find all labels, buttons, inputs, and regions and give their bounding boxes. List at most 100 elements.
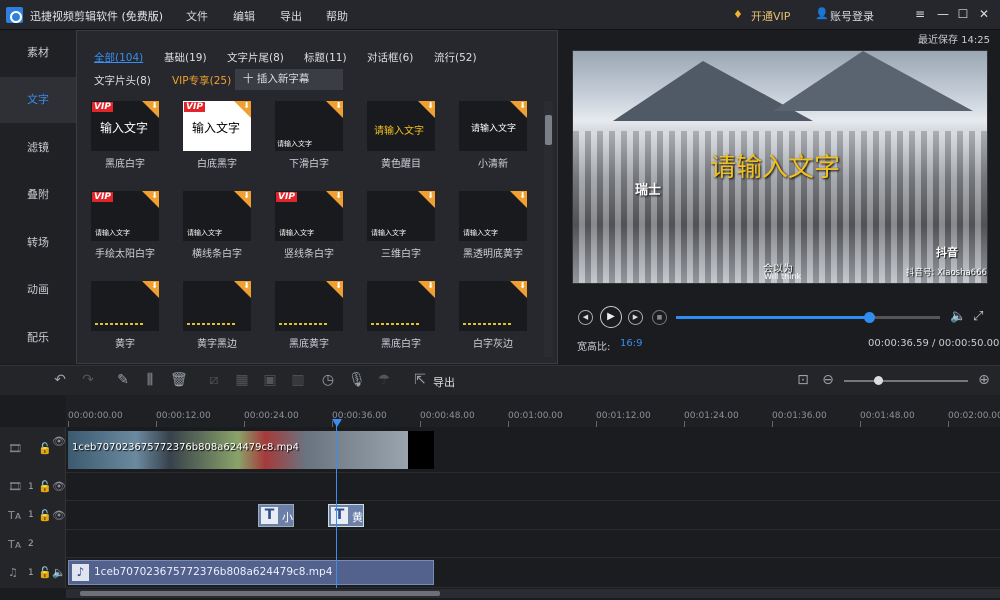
download-icon[interactable]: ⬇ xyxy=(427,101,434,110)
template-thumbnail[interactable]: ⬇ VIP 输入文字 xyxy=(91,101,159,151)
sidebar-item-material[interactable]: 素材 xyxy=(0,30,76,76)
menu-export[interactable]: 导出 xyxy=(280,8,302,24)
volume-icon[interactable]: 🔈 xyxy=(950,309,966,324)
edit-icon[interactable]: ✎ xyxy=(115,372,131,388)
zoom-in-icon[interactable]: ⊕ xyxy=(976,372,992,388)
video-clip-end[interactable] xyxy=(408,431,434,469)
timeline-scrollbar[interactable] xyxy=(66,589,1000,598)
sidebar-item-transition[interactable]: 转场 xyxy=(0,220,76,266)
video-clip[interactable]: 1ceb707023675772376b808a624479c8.mp4 xyxy=(68,431,408,469)
eye-icon[interactable]: 👁 xyxy=(52,509,66,522)
delete-icon[interactable]: 🗑 xyxy=(170,372,188,388)
undo-icon[interactable]: ↶ xyxy=(52,372,68,388)
category-ending[interactable]: 文字片尾(8) xyxy=(227,50,284,65)
maximize-icon[interactable]: ☐ xyxy=(956,7,970,21)
download-icon[interactable]: ⬇ xyxy=(335,101,342,110)
lock-icon[interactable]: 🔓 xyxy=(38,442,52,455)
lock-icon[interactable]: 🔓 xyxy=(38,480,52,493)
export-icon[interactable]: ⇱ xyxy=(412,372,428,388)
sidebar-item-filter[interactable]: 滤镜 xyxy=(0,125,76,171)
template-thumbnail[interactable]: ⬇ VIP 请输入文字 xyxy=(91,191,159,241)
lock-icon[interactable]: 🔓 xyxy=(38,566,52,579)
mic-icon[interactable]: 🎙 xyxy=(348,372,366,388)
close-icon[interactable]: ✕ xyxy=(977,7,991,21)
template-thumbnail[interactable]: ⬇ xyxy=(459,281,527,331)
eye-icon[interactable]: 👁 xyxy=(52,435,66,448)
download-icon[interactable]: ⬇ xyxy=(335,281,342,290)
template-thumbnail[interactable]: ⬇ 请输入文字 xyxy=(275,101,343,151)
sidebar-item-text[interactable]: 文字 xyxy=(0,77,76,123)
sidebar-item-overlay[interactable]: 叠附 xyxy=(0,172,76,218)
zoom-out-icon[interactable]: ⊖ xyxy=(820,372,836,388)
clock-icon[interactable]: ◷ xyxy=(320,372,336,388)
template-thumbnail[interactable]: ⬇ 请输入文字 xyxy=(459,191,527,241)
menu-edit[interactable]: 编辑 xyxy=(233,8,255,24)
zoom-slider[interactable] xyxy=(844,376,968,385)
fullscreen-icon[interactable]: ⤢ xyxy=(973,309,983,324)
category-dialog[interactable]: 对话框(6) xyxy=(367,50,413,65)
video-preview[interactable]: 请输入文字 瑞士 会以为 Will think 抖音 抖音号: Xiaosha6… xyxy=(572,50,988,284)
download-icon[interactable]: ⬇ xyxy=(427,191,434,200)
settings-menu-icon[interactable]: ≡ xyxy=(913,7,927,21)
template-thumbnail[interactable]: ⬇ 请输入文字 xyxy=(367,191,435,241)
category-title[interactable]: 标题(11) xyxy=(304,50,347,65)
template-thumbnail[interactable]: ⬇ 请输入文字 xyxy=(459,101,527,151)
template-thumbnail[interactable]: ⬇ 请输入文字 xyxy=(367,101,435,151)
download-icon[interactable]: ⬇ xyxy=(335,191,342,200)
next-frame-icon[interactable]: ▶ xyxy=(628,310,643,325)
template-thumbnail[interactable]: ⬇ VIP 输入文字 xyxy=(183,101,251,151)
play-icon[interactable]: ▶ xyxy=(600,306,622,328)
export-button[interactable]: 导出 xyxy=(433,374,455,390)
account-login-button[interactable]: 账号登录 xyxy=(830,8,874,24)
vip-button[interactable]: 开通VIP xyxy=(751,8,790,24)
template-thumbnail[interactable]: ⬇ xyxy=(91,281,159,331)
sidebar-item-animation[interactable]: 动画 xyxy=(0,267,76,313)
template-thumbnail[interactable]: ⬇ xyxy=(367,281,435,331)
category-vip[interactable]: VIP专享(25) xyxy=(172,73,231,88)
audio-clip[interactable]: ♪ 1ceb707023675772376b808a624479c8.mp4 xyxy=(68,560,434,585)
download-icon[interactable]: ⬇ xyxy=(243,101,250,110)
time-ruler[interactable]: 00:00:00.00 00:00:12.00 00:00:24.00 00:00:3… xyxy=(66,395,1000,427)
download-icon[interactable]: ⬇ xyxy=(243,281,250,290)
menu-file[interactable]: 文件 xyxy=(186,8,208,24)
template-thumbnail[interactable]: ⬇ VIP 请输入文字 xyxy=(275,191,343,241)
download-icon[interactable]: ⬇ xyxy=(151,281,158,290)
eye-icon[interactable]: 👁 xyxy=(52,480,66,493)
text-clip[interactable]: T 小 xyxy=(258,504,294,527)
download-icon[interactable]: ⬇ xyxy=(519,101,526,110)
template-thumbnail[interactable]: ⬇ xyxy=(183,281,251,331)
text-clip[interactable]: T 黄 xyxy=(328,504,364,527)
fit-icon[interactable]: ⊡ xyxy=(795,372,811,388)
download-icon[interactable]: ⬇ xyxy=(151,191,158,200)
mosaic-icon[interactable]: ▦ xyxy=(234,372,250,388)
sidebar-item-music[interactable]: 配乐 xyxy=(0,315,76,361)
download-icon[interactable]: ⬇ xyxy=(243,191,250,200)
category-all[interactable]: 全部(104) xyxy=(94,50,143,65)
category-opening[interactable]: 文字片头(8) xyxy=(94,73,151,88)
lock-icon[interactable]: 🔓 xyxy=(38,509,52,522)
download-icon[interactable]: ⬇ xyxy=(519,191,526,200)
download-icon[interactable]: ⬇ xyxy=(519,281,526,290)
template-scrollbar[interactable] xyxy=(544,101,553,357)
category-basic[interactable]: 基础(19) xyxy=(164,50,207,65)
freeze-icon[interactable]: ▣ xyxy=(262,372,278,388)
playhead[interactable] xyxy=(336,421,337,588)
playback-progress-track[interactable] xyxy=(676,312,940,323)
download-icon[interactable]: ⬇ xyxy=(427,281,434,290)
minimize-icon[interactable]: — xyxy=(936,7,950,21)
color-icon[interactable]: ☂ xyxy=(376,372,392,388)
template-thumbnail[interactable]: ⬇ 请输入文字 xyxy=(183,191,251,241)
redo-icon[interactable]: ↷ xyxy=(80,372,96,388)
menu-help[interactable]: 帮助 xyxy=(326,8,348,24)
category-popular[interactable]: 流行(52) xyxy=(434,50,477,65)
stop-icon[interactable]: ■ xyxy=(652,310,667,325)
playhead-handle-icon[interactable] xyxy=(332,419,342,427)
volume-icon[interactable]: 🔈 xyxy=(52,566,66,579)
audio-wave-icon[interactable]: ▥ xyxy=(290,372,306,388)
template-thumbnail[interactable]: ⬇ xyxy=(275,281,343,331)
crop-icon[interactable]: ⧄ xyxy=(206,372,222,388)
prev-frame-icon[interactable]: ◀ xyxy=(578,310,593,325)
download-icon[interactable]: ⬇ xyxy=(151,101,158,110)
split-icon[interactable]: ⫼ xyxy=(142,372,158,388)
insert-subtitle-button[interactable]: 十 插入新字幕 xyxy=(235,69,343,90)
